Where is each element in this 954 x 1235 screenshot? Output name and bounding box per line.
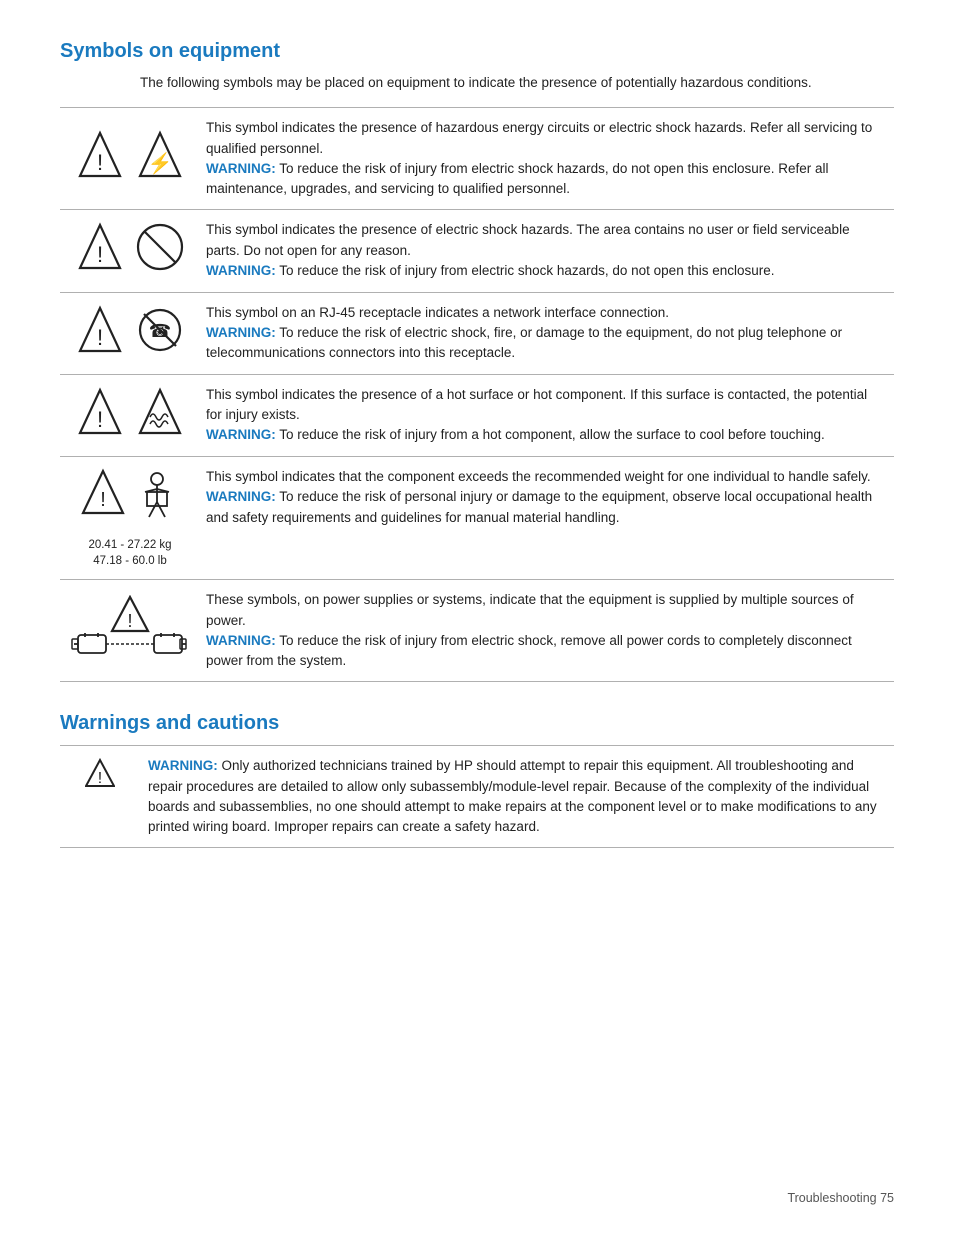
warning-text-1: WARNING: Only authorized technicians tra… (140, 746, 894, 848)
symbol-icon-cell-4: ! (60, 374, 198, 456)
table-row: ! These symbols, on power supplies or sy… (60, 580, 894, 682)
table-row: ! This symbol indicates the presence of … (60, 210, 894, 292)
table-row: ! ☎ This symbol on an RJ-45 receptacle i… (60, 292, 894, 374)
svg-text:⚡: ⚡ (148, 151, 173, 175)
table-row: ! WARNING: Only authorized technicians t… (60, 746, 894, 848)
svg-text:!: ! (100, 489, 106, 511)
svg-text:!: ! (97, 325, 103, 350)
symbol-desc-3: This symbol on an RJ-45 receptacle indic… (198, 292, 894, 374)
section-warnings: Warnings and cautions ! WARNING: Only au… (60, 712, 894, 848)
symbol-icon-cell-5: ! 20.41 - 27.22 kg 47.18 - 60.0 lb (60, 457, 198, 580)
intro-text: The following symbols may be placed on e… (140, 73, 894, 93)
table-row: ! 20.41 - 27.22 kg 47.18 - 60.0 lb (60, 457, 894, 580)
symbol-icon-cell-6: ! (60, 580, 198, 682)
symbol-desc-2: This symbol indicates the presence of el… (198, 210, 894, 292)
symbol-desc-5: This symbol indicates that the component… (198, 457, 894, 580)
svg-text:!: ! (97, 407, 103, 432)
symbol-icon-cell-3: ! ☎ (60, 292, 198, 374)
table-row: ! ⚡ This symbol indicates the presence o… (60, 108, 894, 210)
symbols-table: ! ⚡ This symbol indicates the presence o… (60, 107, 894, 682)
warnings-table: ! WARNING: Only authorized technicians t… (60, 745, 894, 848)
section-title-warnings: Warnings and cautions (60, 712, 894, 735)
svg-text:!: ! (97, 242, 103, 267)
table-row: ! This symbol indicates the presence of … (60, 374, 894, 456)
svg-text:!: ! (127, 611, 132, 631)
symbol-desc-4: This symbol indicates the presence of a … (198, 374, 894, 456)
weight-label: 20.41 - 27.22 kg 47.18 - 60.0 lb (70, 537, 190, 569)
svg-text:!: ! (98, 770, 102, 787)
symbol-icon-cell-2: ! (60, 210, 198, 292)
symbol-icon-cell-1: ! ⚡ (60, 108, 198, 210)
svg-text:!: ! (97, 150, 103, 175)
symbol-desc-6: These symbols, on power supplies or syst… (198, 580, 894, 682)
page-footer: Troubleshooting 75 (787, 1191, 894, 1205)
section-title-symbols: Symbols on equipment (60, 40, 894, 63)
warning-icon-cell: ! (60, 746, 140, 848)
symbol-desc-1: This symbol indicates the presence of ha… (198, 108, 894, 210)
